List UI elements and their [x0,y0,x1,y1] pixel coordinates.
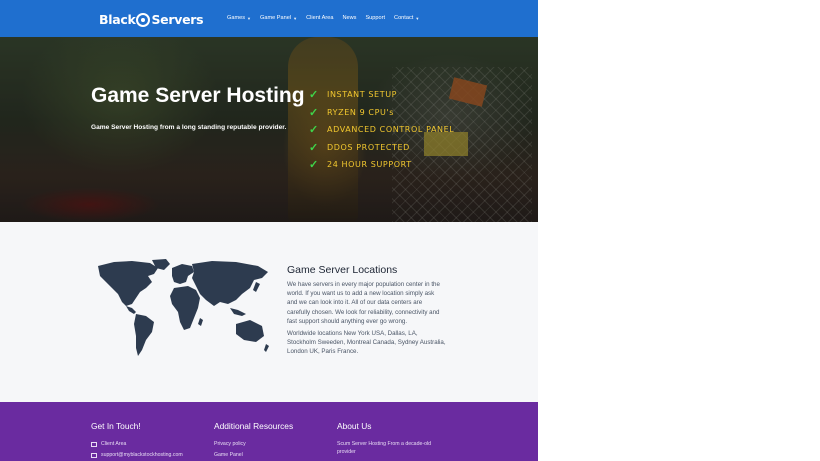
nav-label: Game Panel [260,15,292,21]
map-icon [91,441,97,447]
feature-item: ✓ INSTANT SETUP [309,86,454,104]
nav-label: Client Area [306,15,334,21]
hero-title: Game Server Hosting [91,84,305,107]
feature-label: RYZEN 9 CPU's [327,107,395,117]
chevron-down-icon: ▼ [293,15,298,21]
footer-heading: Get In Touch! [91,421,141,431]
page: Black Servers Games ▼ Game Panel ▼ Clien… [0,0,538,461]
nav-label: Support [365,15,386,21]
checkmark-icon: ✓ [309,106,319,119]
nav-games[interactable]: Games ▼ [227,15,251,21]
logo-ring-icon [136,12,151,27]
logo-text-right: Servers [151,12,204,27]
hero-subtitle: Game Server Hosting from a long standing… [91,124,287,131]
blank-area [538,0,820,461]
map-central-america [126,306,136,314]
map-africa [170,286,200,330]
chevron-down-icon: ▼ [247,15,251,21]
feature-label: INSTANT SETUP [327,90,398,100]
nav-support[interactable]: Support [365,15,385,21]
feature-list: ✓ INSTANT SETUP ✓ RYZEN 9 CPU's ✓ ADVANC… [309,86,454,174]
nav-news[interactable]: News [342,15,356,21]
site-header: Black Servers Games ▼ Game Panel ▼ Clien… [0,0,538,37]
feature-label: 24 HOUR SUPPORT [327,160,412,170]
checkmark-icon: ✓ [309,141,319,154]
nav-label: Games [227,15,246,21]
locations-title: Game Server Locations [287,264,398,276]
footer-heading: About Us [337,421,372,431]
chevron-down-icon: ▼ [415,15,420,21]
nav-label: Contact [394,15,414,21]
footer-about-text: Scum Server Hosting From a decade-old pr… [337,441,431,455]
footer-heading: Additional Resources [214,421,294,431]
map-madagascar [198,318,203,326]
footer-client-area-link[interactable]: Client Area [91,441,183,447]
logo[interactable]: Black Servers [99,12,204,27]
footer-privacy-link[interactable]: Privacy policy [214,441,293,447]
envelope-icon [91,452,97,458]
feature-item: ✓ 24 HOUR SUPPORT [309,156,454,174]
main-nav: Games ▼ Game Panel ▼ Client Area News Su… [227,15,419,21]
map-new-zealand [264,344,269,352]
world-map-icon [98,259,269,356]
footer-about: About Us Scum Server Hosting From a deca… [337,421,437,456]
checkmark-icon: ✓ [309,124,319,137]
feature-item: ✓ RYZEN 9 CPU's [309,104,454,122]
locations-list: Worldwide locations New York USA, Dallas… [287,330,446,356]
feature-item: ✓ ADVANCED CONTROL PANEL [309,121,454,139]
feature-label: ADVANCED CONTROL PANEL [327,125,455,135]
footer-game-panel-link[interactable]: Game Panel [214,452,293,458]
nav-label: News [342,15,357,21]
map-australia [236,320,264,342]
map-north-america [98,261,158,306]
map-europe [172,264,194,284]
map-south-america [134,314,154,356]
footer-link-label: support@myblackstockhosting.com [101,452,183,458]
footer-email-link[interactable]: support@myblackstockhosting.com [91,452,183,458]
feature-item: ✓ DDOS PROTECTED [309,139,454,157]
feature-label: DDOS PROTECTED [327,142,410,152]
nav-contact[interactable]: Contact ▼ [394,15,419,21]
map-japan [253,282,260,292]
logo-text-left: Black [99,12,136,27]
locations-body: We have servers in every major populatio… [287,281,440,325]
checkmark-icon: ✓ [309,159,319,172]
footer-link-label: Client Area [101,441,127,447]
map-southeast-asia [230,308,246,316]
nav-game-panel[interactable]: Game Panel ▼ [260,15,297,21]
footer-resources: Additional Resources Privacy policy Game… [214,421,293,458]
checkmark-icon: ✓ [309,89,319,102]
footer-contact: Get In Touch! Client Area support@myblac… [91,421,183,458]
nav-client-area[interactable]: Client Area [306,15,333,21]
